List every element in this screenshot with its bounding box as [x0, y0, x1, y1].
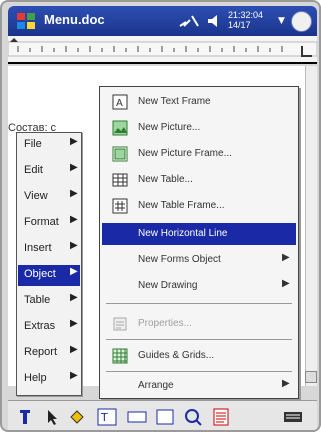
submenu-arrow-icon: ▶ [70, 240, 78, 251]
zoom-icon[interactable] [182, 407, 204, 427]
submenu-arrow-icon: ▶ [70, 266, 78, 277]
menu-separator [106, 371, 292, 372]
paint-bucket-icon[interactable] [66, 407, 88, 427]
svg-text:T: T [100, 411, 108, 424]
menu-item-help[interactable]: Help ▶ [18, 369, 80, 390]
keyboard-icon[interactable] [282, 407, 304, 427]
format-icon[interactable] [14, 407, 36, 427]
menu-item-label: Format [24, 216, 59, 228]
svg-text:A: A [116, 98, 123, 109]
table-frame-icon [112, 198, 128, 214]
picture-frame-icon [112, 146, 128, 162]
menu-item-object[interactable]: Object ▶ [18, 265, 80, 286]
table-icon [112, 173, 128, 187]
bottom-toolbar: T [8, 400, 317, 430]
menu-item-new-text-frame[interactable]: A New Text Frame [102, 91, 296, 113]
menu-item-new-picture-frame[interactable]: New Picture Frame... [102, 143, 296, 165]
submenu-arrow-icon: ▶ [282, 378, 290, 389]
chevron-down-icon[interactable]: ▼ [278, 16, 285, 26]
text-tool-icon[interactable]: T [96, 407, 118, 427]
text-frame-icon: A [112, 94, 128, 110]
menu-item-insert[interactable]: Insert ▶ [18, 239, 80, 260]
menu-item-arrange[interactable]: Arrange ▶ [102, 375, 296, 397]
document-list-icon[interactable] [210, 407, 232, 427]
clock[interactable]: 21:32:04 14/17 [228, 10, 263, 30]
object-submenu: A New Text Frame New Picture... New Pict… [99, 86, 299, 399]
title-bar: Menu.doc 21:32:04 14/17 ▼ [8, 6, 317, 36]
submenu-arrow-icon: ▶ [70, 344, 78, 355]
menu-item-label: Insert [24, 242, 52, 254]
menu-item-table[interactable]: Table ▶ [18, 291, 80, 312]
tab-stop-icon[interactable] [300, 44, 314, 58]
menu-item-new-forms-object[interactable]: New Forms Object ▶ [102, 249, 296, 271]
menu-item-report[interactable]: Report ▶ [18, 343, 80, 364]
ruler-scale [8, 38, 317, 57]
scroll-down-button[interactable] [305, 371, 317, 383]
menu-item-label: Extras [24, 320, 56, 332]
menu-item-label: View [24, 190, 48, 202]
submenu-arrow-icon: ▶ [70, 136, 78, 147]
vertical-scrollbar[interactable] [305, 66, 317, 386]
menu-item-file[interactable]: File ▶ [18, 135, 80, 156]
ruler [8, 36, 317, 64]
menu-item-label: File [24, 138, 42, 150]
menu-item-label: Table [24, 294, 51, 306]
connectivity-icon[interactable] [178, 12, 200, 30]
clock-time: 21:32:04 [228, 10, 264, 20]
main-menu: File ▶ Edit ▶ View ▶ Format ▶ Insert ▶ O… [16, 132, 82, 396]
menu-item-label: Edit [24, 164, 43, 176]
submenu-arrow-icon: ▶ [70, 292, 78, 303]
menu-separator [106, 303, 292, 304]
menu-item-label: Report [24, 346, 58, 358]
clock-date: 14/17 [228, 20, 251, 30]
menu-item-new-table-frame[interactable]: New Table Frame... [102, 195, 296, 217]
menu-item-extras[interactable]: Extras ▶ [18, 317, 80, 338]
volume-icon[interactable] [206, 12, 224, 30]
submenu-arrow-icon: ▶ [282, 252, 290, 263]
text-box-icon[interactable] [126, 407, 148, 427]
submenu-arrow-icon: ▶ [282, 278, 290, 289]
app-title: Menu.doc [44, 12, 105, 27]
menu-item-label: Help [24, 372, 47, 384]
menu-item-format[interactable]: Format ▶ [18, 213, 80, 234]
menu-item-properties: Properties... [102, 313, 296, 335]
rectangle-icon[interactable] [154, 407, 176, 427]
menu-item-edit[interactable]: Edit ▶ [18, 161, 80, 182]
ok-button[interactable] [291, 11, 312, 32]
menu-item-new-drawing[interactable]: New Drawing ▶ [102, 275, 296, 297]
submenu-arrow-icon: ▶ [70, 214, 78, 225]
submenu-arrow-icon: ▶ [70, 370, 78, 381]
menu-item-label: Object [24, 268, 56, 280]
menu-item-guides-grids[interactable]: Guides & Grids... [102, 345, 296, 367]
submenu-arrow-icon: ▶ [70, 188, 78, 199]
menu-item-new-picture[interactable]: New Picture... [102, 117, 296, 139]
grid-icon [112, 348, 128, 364]
menu-item-new-horizontal-line[interactable]: New Horizontal Line [102, 223, 296, 245]
properties-icon [113, 317, 127, 331]
submenu-arrow-icon: ▶ [70, 162, 78, 173]
submenu-arrow-icon: ▶ [70, 318, 78, 329]
menu-item-new-table[interactable]: New Table... [102, 169, 296, 191]
picture-icon [112, 120, 128, 136]
menu-item-view[interactable]: View ▶ [18, 187, 80, 208]
device-frame: Menu.doc 21:32:04 14/17 ▼ Состав: с File… [0, 0, 321, 432]
pointer-icon[interactable] [40, 407, 62, 427]
windows-start-icon[interactable] [16, 11, 36, 31]
menu-separator [106, 339, 292, 340]
